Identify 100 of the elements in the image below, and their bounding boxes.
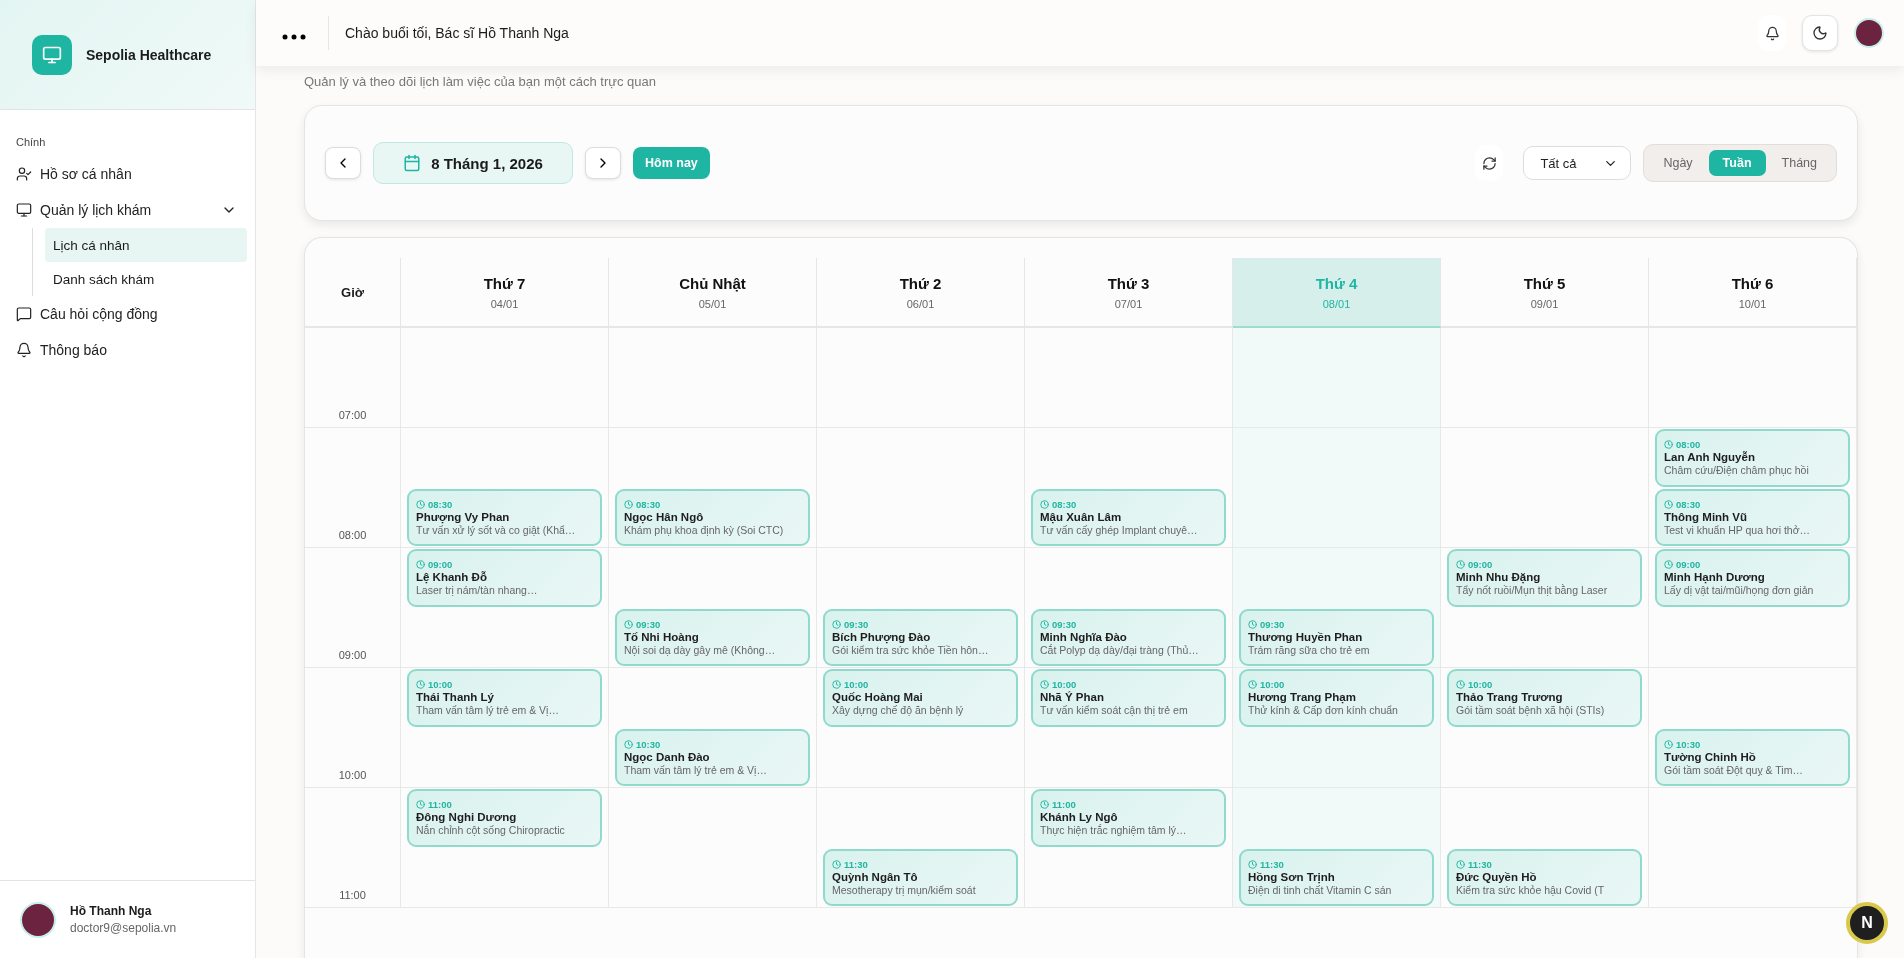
appointment-card[interactable]: 08:00 Lan Anh Nguyễn Châm cứu/Điện châm phục hồi xyxy=(1655,429,1850,487)
calendar-cell[interactable] xyxy=(1441,328,1649,428)
appointment-time: 09:00 xyxy=(1456,559,1633,571)
appointment-card[interactable]: 08:30 Thông Minh Vũ Test vi khuẩn HP qua hơi thở… xyxy=(1655,488,1850,546)
calendar-cell[interactable]: 08:30 Ngọc Hân Ngô Khám phụ khoa định kỳ (Soi CTC) xyxy=(609,428,817,548)
appointment-card[interactable]: 10:00 Quốc Hoàng Mai Xây dựng chế độ ăn bệnh lý xyxy=(823,669,1018,727)
appointment-card[interactable]: 09:00 Minh Hạnh Dương Lấy dị vật tai/mũi/họng đơn giản xyxy=(1655,549,1850,607)
nav-subitem[interactable]: Lịch cá nhân xyxy=(45,228,247,262)
nav-item[interactable]: Hồ sơ cá nhân xyxy=(16,156,247,192)
appointment-time: 09:00 xyxy=(416,559,593,571)
user-check-icon xyxy=(16,166,32,182)
nav-item[interactable]: Thông báo xyxy=(16,332,247,368)
appointment-card[interactable]: 09:30 Thương Huyền Phan Trám răng sữa cho trẻ em xyxy=(1239,608,1434,666)
appointment-time: 10:00 xyxy=(1456,679,1633,691)
patient-name: Minh Nhu Đặng xyxy=(1456,571,1542,584)
calendar-cell[interactable] xyxy=(1649,788,1857,908)
view-tab[interactable]: Tháng xyxy=(1767,150,1831,176)
calendar-cell[interactable]: 11:30 Hồng Sơn Trịnh Điện di tinh chất Vitamin C sán xyxy=(1233,788,1441,908)
clock-icon xyxy=(1248,859,1257,869)
calendar-cell[interactable]: 09:30 Minh Nghĩa Đào Cắt Polyp dạ dày/đại tràng (Thủ… xyxy=(1025,548,1233,668)
service-name: Gói tầm soát bệnh xã hội (STIs) xyxy=(1456,704,1606,717)
appointment-card[interactable]: 10:00 Thái Thanh Lý Tham vấn tâm lý trẻ em & Vị… xyxy=(407,669,602,727)
calendar-cell[interactable]: 10:00 Quốc Hoàng Mai Xây dựng chế độ ăn bệnh lý xyxy=(817,668,1025,788)
patient-name: Hương Trang Phạm xyxy=(1248,691,1357,704)
appointment-card[interactable]: 08:30 Ngọc Hân Ngô Khám phụ khoa định kỳ (Soi CTC) xyxy=(615,488,810,546)
clock-icon xyxy=(1040,800,1049,810)
appointment-card[interactable]: 09:00 Minh Nhu Đặng Tẩy nốt ruồi/Mụn thịt bằng Laser xyxy=(1447,549,1642,607)
appointment-card[interactable]: 09:00 Lệ Khanh Đỗ Laser trị nám/tàn nhang… xyxy=(407,549,602,607)
calendar-cell[interactable] xyxy=(1441,428,1649,548)
page-subtitle: Quản lý và theo dõi lịch làm việc của bạn một cách trực quan xyxy=(304,74,657,89)
calendar-cell[interactable]: 10:00 Thảo Trang Trương Gói tầm soát bệnh xã hội (STIs) xyxy=(1441,668,1649,788)
calendar-cell[interactable]: 09:30 Thương Huyền Phan Trám răng sữa cho trẻ em xyxy=(1233,548,1441,668)
appointment-time: 08:30 xyxy=(1664,498,1841,510)
appointment-card[interactable]: 11:30 Hồng Sơn Trịnh Điện di tinh chất Vitamin C sán xyxy=(1239,848,1434,906)
patient-name: Minh Hạnh Dương xyxy=(1664,571,1766,584)
appointment-card[interactable]: 10:00 Nhã Ý Phan Tư vấn kiểm soát cận thị trẻ em xyxy=(1031,669,1226,727)
next-button[interactable] xyxy=(585,147,621,179)
calendar-cell[interactable] xyxy=(1649,328,1857,428)
clock-icon xyxy=(1456,859,1465,869)
theme-toggle-button[interactable] xyxy=(1802,15,1838,51)
nav-item[interactable]: Quản lý lịch khám xyxy=(16,192,247,228)
day-date: 09/01 xyxy=(1530,297,1559,310)
patient-name: Thái Thanh Lý xyxy=(416,691,495,704)
clock-icon xyxy=(1664,560,1673,570)
appointment-card[interactable]: 09:30 Tố Nhi Hoàng Nội soi dạ dày gây mê (Không… xyxy=(615,608,810,666)
calendar-cell[interactable]: 09:00 Minh Nhu Đặng Tẩy nốt ruồi/Mụn thịt bằng Laser xyxy=(1441,548,1649,668)
appointment-card[interactable]: 09:30 Bích Phượng Đào Gói kiểm tra sức khỏe Tiền hôn… xyxy=(823,608,1018,666)
calendar-cell[interactable]: 10:00 Hương Trang Phạm Thử kính & Cấp đơn kính chuẩn xyxy=(1233,668,1441,788)
notification-button[interactable] xyxy=(1758,15,1786,51)
appointment-card[interactable]: 10:00 Thảo Trang Trương Gói tầm soát bệnh xã hội (STIs) xyxy=(1447,669,1642,727)
nav-item[interactable]: Câu hỏi cộng đồng xyxy=(16,296,247,332)
calendar-cell[interactable]: 09:30 Bích Phượng Đào Gói kiểm tra sức khỏe Tiền hôn… xyxy=(817,548,1025,668)
calendar-cell[interactable]: 11:00 Đông Nghi Dương Nắn chỉnh cột sống Chiropractic xyxy=(401,788,609,908)
avatar[interactable] xyxy=(1854,18,1884,48)
appointment-card[interactable]: 11:30 Quỳnh Ngân Tô Mesotherapy trị mụn/kiểm soát xyxy=(823,848,1018,906)
filter-select[interactable]: Tất cả xyxy=(1523,146,1632,180)
calendar-cell[interactable]: 09:00 Lệ Khanh Đỗ Laser trị nám/tàn nhang… xyxy=(401,548,609,668)
day-date: 07/01 xyxy=(1114,297,1143,310)
calendar-cell[interactable]: 10:30 Tường Chinh Hồ Gói tầm soát Đột quỵ & Tim… xyxy=(1649,668,1857,788)
chat-icon xyxy=(16,306,32,322)
calendar-cell[interactable]: 11:30 Quỳnh Ngân Tô Mesotherapy trị mụn/kiểm soát xyxy=(817,788,1025,908)
view-tab[interactable]: Ngày xyxy=(1649,150,1707,176)
appointment-card[interactable]: 08:30 Mậu Xuân Lâm Tư vấn cấy ghép Implant chuyê… xyxy=(1031,488,1226,546)
calendar-cell[interactable]: 11:30 Đức Quyền Hồ Kiểm tra sức khỏe hậu Covid (T xyxy=(1441,788,1649,908)
calendar-cell[interactable]: 11:00 Khánh Ly Ngô Thực hiện trắc nghiệm tâm lý… xyxy=(1025,788,1233,908)
service-name: Gói kiểm tra sức khỏe Tiền hôn… xyxy=(832,643,990,656)
calendar-cell[interactable]: 08:30 Mậu Xuân Lâm Tư vấn cấy ghép Implant chuyê… xyxy=(1025,428,1233,548)
floating-badge[interactable]: N xyxy=(1846,902,1888,944)
appointment-card[interactable]: 08:30 Phượng Vy Phan Tư vấn xử lý sốt và co giật (Khẩ… xyxy=(407,488,602,546)
day-name: Thứ 2 xyxy=(899,274,942,292)
clock-icon xyxy=(1040,680,1049,690)
appointment-card[interactable]: 10:30 Tường Chinh Hồ Gói tầm soát Đột quỵ & Tim… xyxy=(1655,728,1850,786)
day-date: 08/01 xyxy=(1322,297,1351,310)
calendar-cell[interactable]: 08:00 Lan Anh Nguyễn Châm cứu/Điện châm phục hồi 08:30 Thông Minh Vũ Test vi khuẩn HP qua hơi thở… xyxy=(1649,428,1857,548)
patient-name: Bích Phượng Đào xyxy=(832,630,932,643)
appointment-card[interactable]: 10:30 Ngọc Danh Đào Tham vấn tâm lý trẻ em & Vị… xyxy=(615,728,810,786)
patient-name: Quỳnh Ngân Tô xyxy=(832,870,919,883)
date-picker-button[interactable]: 8 Tháng 1, 2026 xyxy=(373,142,573,184)
patient-name: Lan Anh Nguyễn xyxy=(1664,451,1756,464)
appointment-card[interactable]: 11:00 Khánh Ly Ngô Thực hiện trắc nghiệm tâm lý… xyxy=(1031,789,1226,847)
calendar-cell[interactable]: 10:30 Ngọc Danh Đào Tham vấn tâm lý trẻ em & Vị… xyxy=(609,668,817,788)
calendar-cell[interactable]: 08:30 Phượng Vy Phan Tư vấn xử lý sốt và co giật (Khẩ… xyxy=(401,428,609,548)
nav-subitem[interactable]: Danh sách khám xyxy=(45,262,247,296)
appointment-card[interactable]: 10:00 Hương Trang Phạm Thử kính & Cấp đơn kính chuẩn xyxy=(1239,669,1434,727)
appointment-time: 10:30 xyxy=(1664,738,1841,750)
appointment-card[interactable]: 09:30 Minh Nghĩa Đào Cắt Polyp dạ dày/đại tràng (Thủ… xyxy=(1031,608,1226,666)
service-name: Kiểm tra sức khỏe hậu Covid (T xyxy=(1456,883,1606,896)
clock-icon xyxy=(1040,499,1049,509)
calendar-cell[interactable]: 10:00 Nhã Ý Phan Tư vấn kiểm soát cận thị trẻ em xyxy=(1025,668,1233,788)
appointment-card[interactable]: 11:00 Đông Nghi Dương Nắn chỉnh cột sống Chiropractic xyxy=(407,789,602,847)
calendar-cell[interactable] xyxy=(1233,328,1441,428)
day-name: Thứ 5 xyxy=(1523,274,1566,292)
service-name: Tham vấn tâm lý trẻ em & Vị… xyxy=(624,763,768,776)
appointment-time: 10:00 xyxy=(416,679,593,691)
calendar-cell[interactable]: 09:30 Tố Nhi Hoàng Nội soi dạ dày gây mê (Không… xyxy=(609,548,817,668)
service-name: Tư vấn cấy ghép Implant chuyê… xyxy=(1040,523,1199,536)
appointment-card[interactable]: 11:30 Đức Quyền Hồ Kiểm tra sức khỏe hậu Covid (T xyxy=(1447,848,1642,906)
previous-button[interactable] xyxy=(325,147,361,179)
calendar-cell[interactable]: 09:00 Minh Hạnh Dương Lấy dị vật tai/mũi/họng đơn giản xyxy=(1649,548,1857,668)
calendar-cell[interactable]: 10:00 Thái Thanh Lý Tham vấn tâm lý trẻ em & Vị… xyxy=(401,668,609,788)
